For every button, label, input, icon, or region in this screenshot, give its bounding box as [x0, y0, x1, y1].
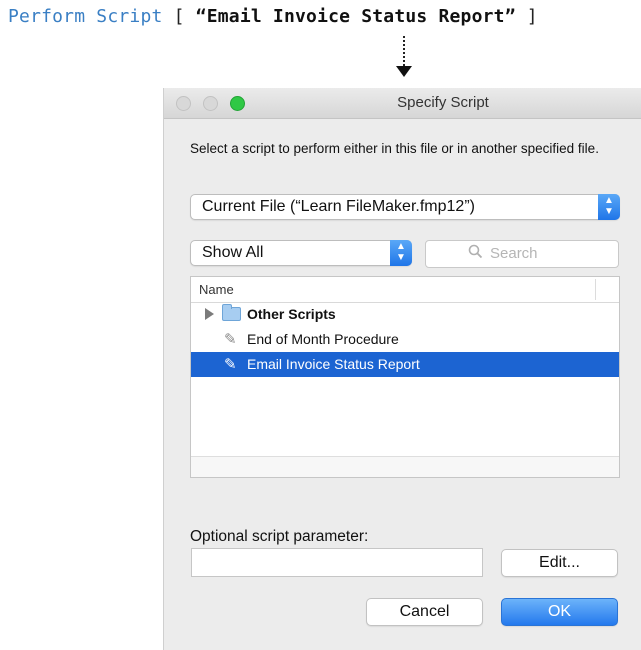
search-placeholder: Search: [490, 245, 538, 262]
step-argument: “Email Invoice Status Report”: [195, 6, 516, 27]
list-item-label: End of Month Procedure: [247, 331, 399, 347]
list-item-label: Other Scripts: [247, 306, 336, 322]
chevron-up-down-icon: ▲ ▼: [390, 240, 412, 266]
script-list: Name Other Scripts ✎ End of Month Proced…: [190, 276, 620, 478]
file-popup[interactable]: Current File (“Learn FileMaker.fmp12”) ▲…: [190, 194, 620, 220]
column-divider: [595, 279, 596, 300]
filter-popup-value: Show All: [202, 244, 264, 261]
chevron-up-down-icon: ▲ ▼: [598, 194, 620, 220]
title-bar: Specify Script: [164, 88, 641, 119]
dialog-title: Specify Script: [397, 94, 489, 111]
list-item-other-scripts[interactable]: Other Scripts: [191, 302, 619, 327]
list-item-email-invoice[interactable]: ✎ Email Invoice Status Report: [191, 352, 619, 377]
open-bracket: [: [173, 6, 185, 27]
dotted-down-arrow-icon: [396, 66, 412, 77]
instructions-text: Select a script to perform either in thi…: [190, 141, 599, 156]
parameter-input[interactable]: [191, 548, 483, 577]
script-icon: ✎: [224, 356, 237, 373]
filter-popup[interactable]: Show All ▲ ▼: [190, 240, 412, 266]
close-bracket: ]: [526, 6, 538, 27]
list-item-end-of-month[interactable]: ✎ End of Month Procedure: [191, 327, 619, 352]
file-popup-value: Current File (“Learn FileMaker.fmp12”): [202, 198, 475, 215]
ok-button[interactable]: OK: [501, 598, 618, 626]
script-icon: ✎: [224, 331, 237, 348]
list-header[interactable]: Name: [191, 277, 619, 303]
dotted-arrow-line: [403, 36, 405, 66]
search-icon: [468, 244, 483, 263]
edit-button[interactable]: Edit...: [501, 549, 618, 577]
parameter-label: Optional script parameter:: [190, 528, 369, 545]
list-item-label: Email Invoice Status Report: [247, 356, 420, 372]
list-footer-bar: [191, 456, 619, 477]
folder-icon: [222, 304, 241, 321]
disclosure-triangle-icon[interactable]: [205, 308, 214, 320]
step-name: Perform Script: [8, 6, 163, 27]
search-field[interactable]: Search: [425, 240, 619, 268]
cancel-button[interactable]: Cancel: [366, 598, 483, 626]
specify-script-dialog: Specify Script Select a script to perfor…: [163, 88, 641, 650]
perform-script-step: Perform Script [ “Email Invoice Status R…: [8, 6, 538, 27]
name-column-header: Name: [199, 282, 234, 297]
